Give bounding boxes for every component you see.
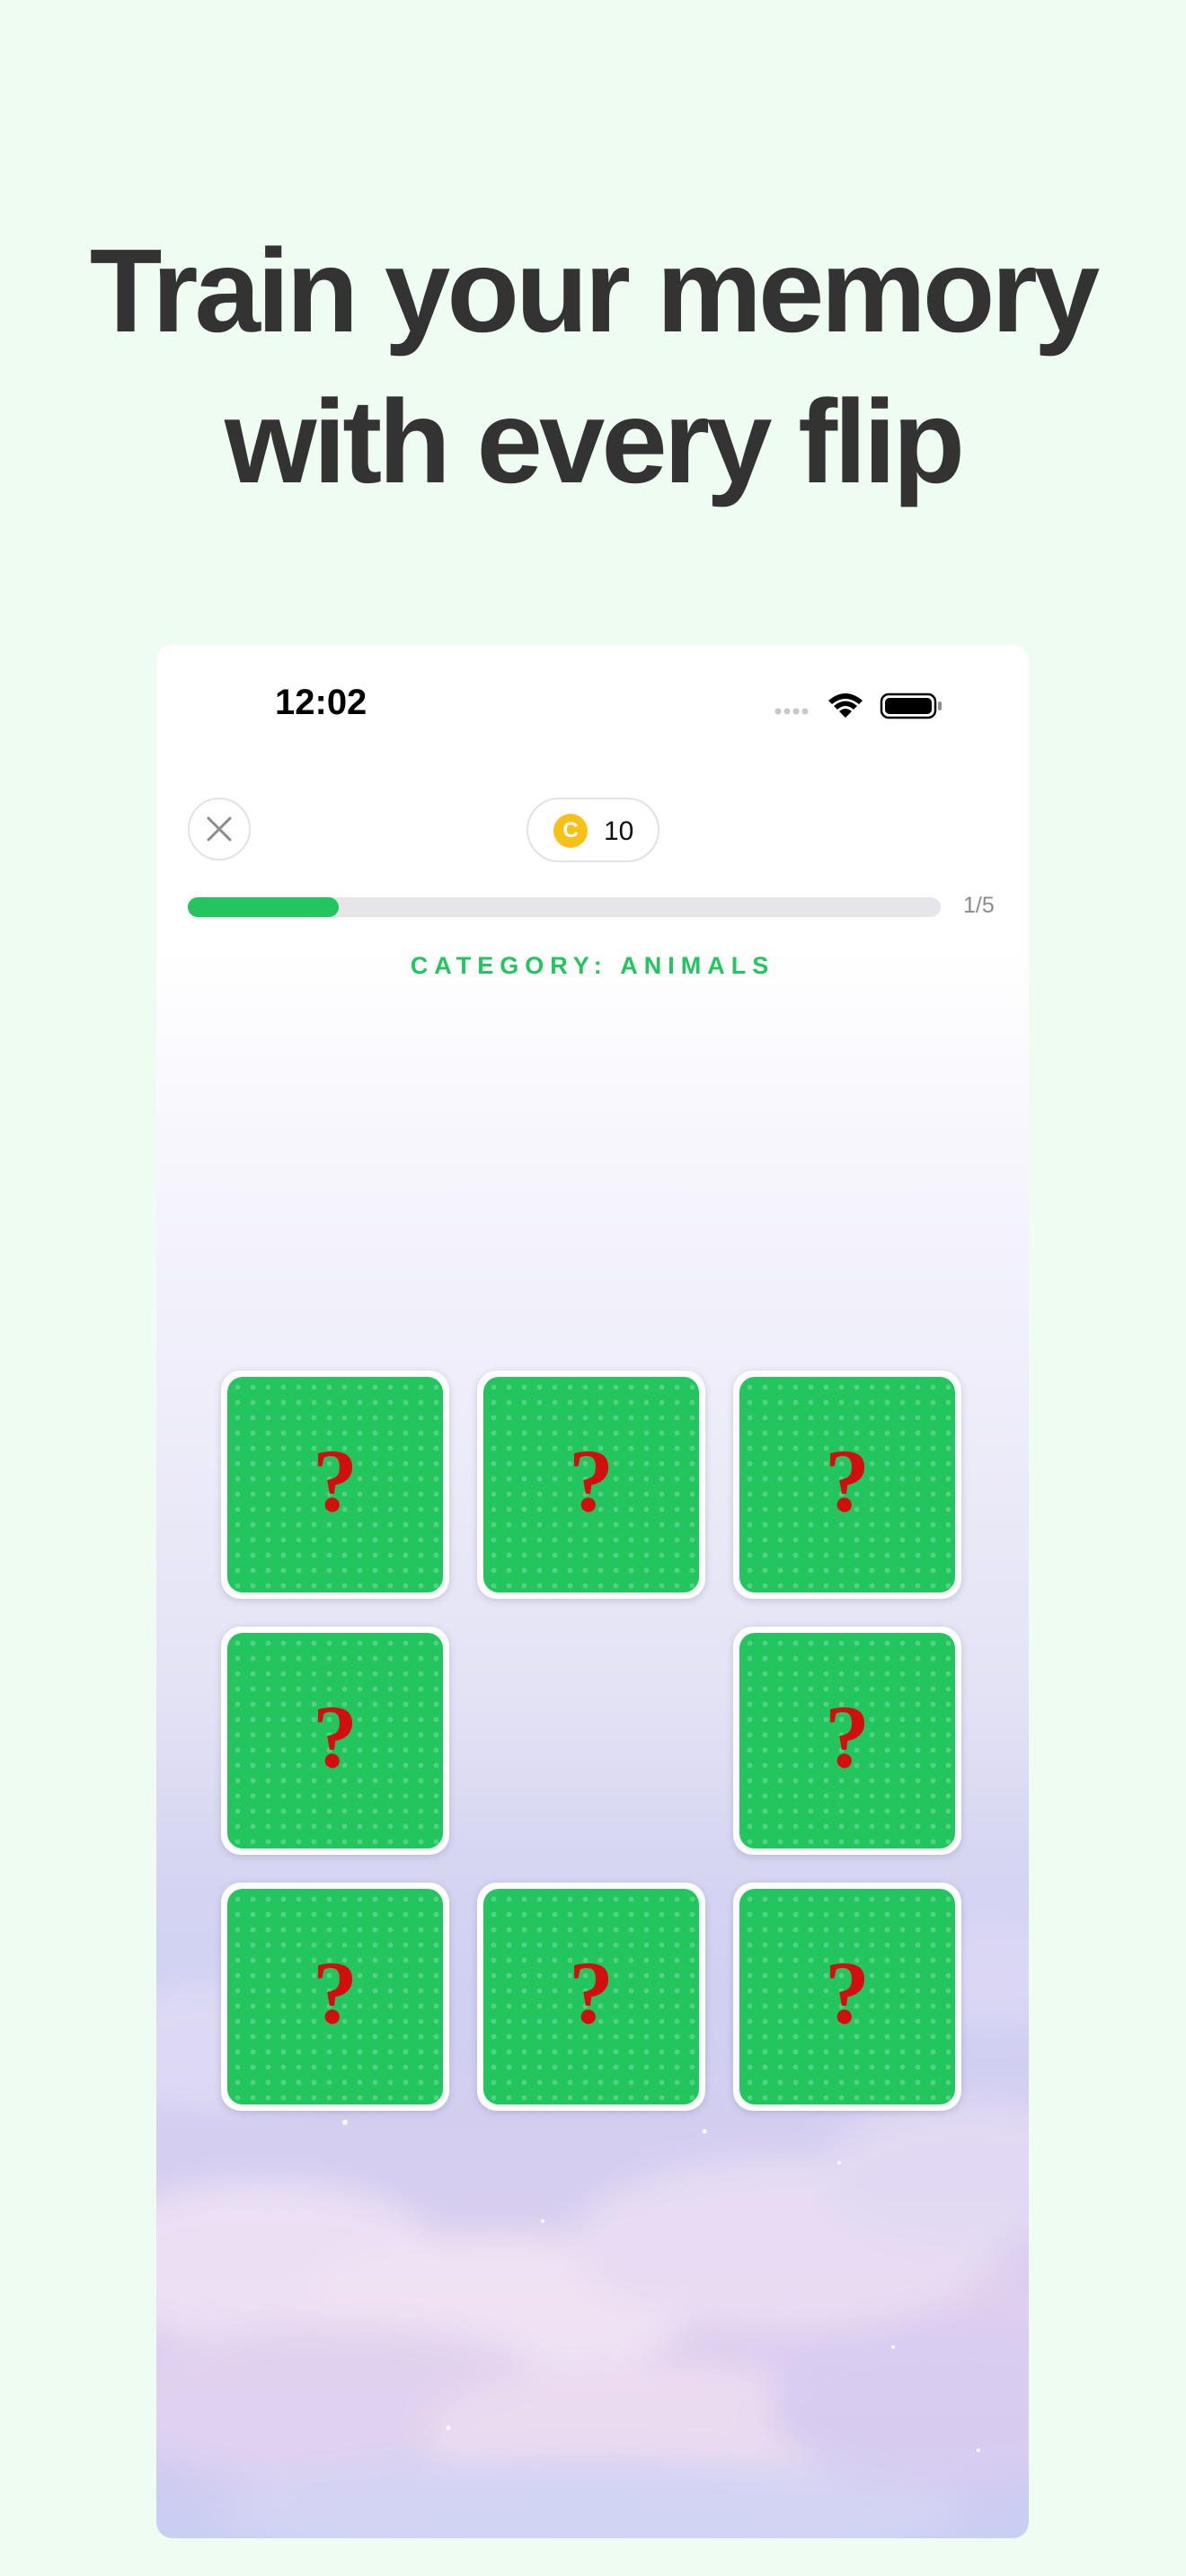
status-time: 12:02: [275, 683, 367, 722]
close-button[interactable]: [188, 798, 251, 860]
progress-label: 1/5: [963, 893, 995, 918]
question-mark: ?: [825, 1943, 870, 2042]
category-label: CATEGORY: ANIMALS: [410, 952, 775, 979]
wifi-icon: [828, 693, 863, 718]
question-mark: ?: [569, 1943, 614, 2042]
memory-card[interactable]: ?: [221, 1371, 449, 1599]
memory-card[interactable]: ?: [477, 1371, 705, 1599]
close-icon: [207, 816, 232, 842]
question-mark: ?: [825, 1431, 870, 1531]
coin-icon: C: [553, 814, 588, 848]
memory-card[interactable]: ?: [733, 1371, 961, 1599]
headline-line-1: Train your memory: [89, 225, 1100, 357]
card-back: ?: [739, 1377, 955, 1592]
memory-card[interactable]: ?: [221, 1627, 449, 1855]
card-back: ?: [483, 1377, 699, 1592]
memory-card[interactable]: ?: [733, 1627, 961, 1855]
coin-balance: C 10: [527, 798, 659, 862]
headline-line-2: with every flip: [224, 375, 965, 507]
card-back: ?: [227, 1633, 443, 1848]
card-back: ?: [739, 1633, 955, 1848]
card-back: ?: [739, 1889, 955, 2104]
card-back: ?: [483, 1889, 699, 2104]
question-mark: ?: [569, 1431, 614, 1531]
memory-card[interactable]: ?: [221, 1883, 449, 2111]
card-back: ?: [227, 1889, 443, 2104]
headline: Train your memory with every flip: [0, 216, 1186, 517]
progress-bar: [188, 897, 941, 917]
coin-count: 10: [604, 816, 634, 846]
memory-card[interactable]: ?: [477, 1883, 705, 2111]
signal-icon: [774, 708, 809, 715]
memory-card[interactable]: ?: [733, 1883, 961, 2111]
status-icons: [774, 693, 942, 719]
card-back: ?: [227, 1377, 443, 1592]
progress-fill: [188, 897, 339, 917]
question-mark: ?: [313, 1943, 358, 2042]
question-mark: ?: [313, 1431, 358, 1531]
question-mark: ?: [825, 1687, 870, 1786]
question-mark: ?: [313, 1687, 358, 1786]
phone-screen: 12:02 C 10 1/5 CATEGORY: ANIMALS ?? ? ? …: [156, 645, 1029, 2538]
battery-icon: [880, 693, 942, 719]
